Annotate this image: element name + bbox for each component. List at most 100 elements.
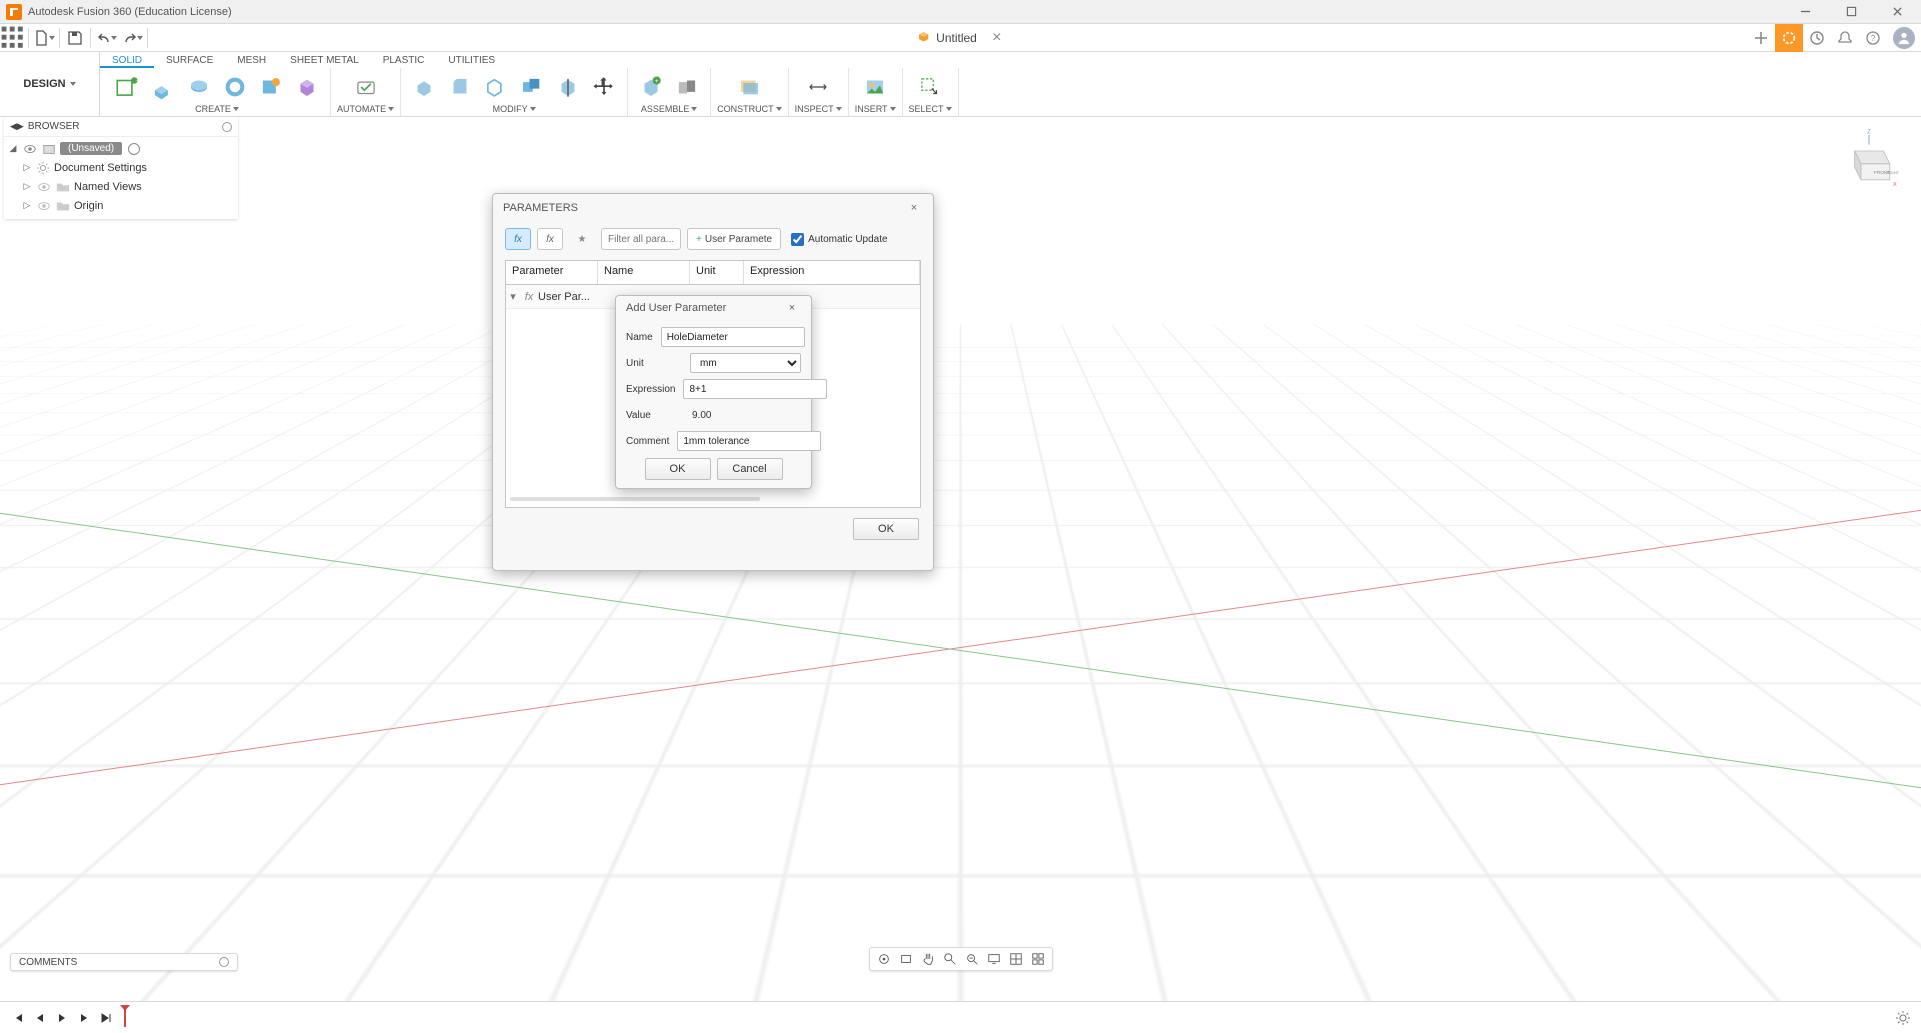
timeline-end-button[interactable] xyxy=(96,1008,116,1028)
workspace-switcher[interactable]: DESIGN xyxy=(0,52,100,116)
automate-button[interactable] xyxy=(349,70,383,104)
col-unit[interactable]: Unit xyxy=(690,261,744,284)
fillet-button[interactable] xyxy=(443,70,477,104)
filter-input[interactable] xyxy=(601,228,681,250)
document-close-button[interactable]: × xyxy=(987,28,1007,48)
add-user-parameter-button[interactable]: +User Paramete xyxy=(687,228,781,250)
revolve-button[interactable] xyxy=(182,70,216,104)
tree-origin[interactable]: ▷ Origin xyxy=(4,196,238,215)
tab-surface[interactable]: SURFACE xyxy=(154,52,225,68)
unit-select[interactable]: mm xyxy=(690,353,801,373)
user-avatar[interactable] xyxy=(1893,27,1915,49)
visibility-toggle[interactable] xyxy=(36,179,52,195)
data-panel-button[interactable] xyxy=(0,25,26,51)
new-component-button[interactable]: + xyxy=(634,70,668,104)
activate-radio[interactable] xyxy=(128,143,140,155)
zoom-button[interactable] xyxy=(940,950,960,968)
timeline-begin-button[interactable] xyxy=(8,1008,28,1028)
sketch-button[interactable]: + xyxy=(110,70,144,104)
timeline-marker[interactable] xyxy=(124,1009,126,1027)
ribbon-label-select[interactable]: SELECT xyxy=(909,104,952,116)
pan-button[interactable] xyxy=(918,950,938,968)
dialog-close-button[interactable]: × xyxy=(905,199,923,217)
tab-mesh[interactable]: MESH xyxy=(225,52,278,68)
box-button[interactable] xyxy=(290,70,324,104)
horizontal-scrollbar[interactable] xyxy=(506,497,920,507)
window-maximize-button[interactable] xyxy=(1837,2,1865,22)
loft-button[interactable] xyxy=(254,70,288,104)
inspect-button[interactable] xyxy=(801,70,835,104)
construct-button[interactable] xyxy=(732,70,766,104)
browser-collapse-icon[interactable]: ◀▶ xyxy=(10,121,24,132)
userparam-cancel-button[interactable]: Cancel xyxy=(717,458,783,480)
help-button[interactable]: ? xyxy=(1859,24,1887,52)
tab-utilities[interactable]: UTILITIES xyxy=(436,52,507,68)
ribbon-label-assemble[interactable]: ASSEMBLE xyxy=(641,104,698,116)
view-cube[interactable]: Z FRONT RIGHT X xyxy=(1837,127,1901,191)
expression-input[interactable] xyxy=(683,379,827,399)
file-menu-button[interactable] xyxy=(31,25,57,51)
tab-sheetmetal[interactable]: SHEET METAL xyxy=(278,52,371,68)
tab-plastic[interactable]: PLASTIC xyxy=(371,52,437,68)
dialog-close-button[interactable]: × xyxy=(783,299,801,317)
display-button[interactable] xyxy=(984,950,1004,968)
timeline-stepback-button[interactable] xyxy=(30,1008,50,1028)
timeline-play-button[interactable] xyxy=(52,1008,72,1028)
visibility-toggle[interactable] xyxy=(36,198,52,214)
tree-root[interactable]: ◢ (Unsaved) xyxy=(4,139,238,158)
redo-button[interactable] xyxy=(119,25,145,51)
viewport-button[interactable] xyxy=(1028,950,1048,968)
presspull-button[interactable] xyxy=(407,70,441,104)
filter-fx-all-button[interactable]: fx xyxy=(505,228,531,250)
ribbon-label-insert[interactable]: INSERT xyxy=(855,104,896,116)
lookat-button[interactable] xyxy=(896,950,916,968)
new-design-button[interactable] xyxy=(1747,24,1775,52)
extrude-button[interactable] xyxy=(146,70,180,104)
tree-docsettings[interactable]: ▷ Document Settings xyxy=(4,158,238,177)
orbit-button[interactable] xyxy=(874,950,894,968)
joint-button[interactable] xyxy=(670,70,704,104)
grid-button[interactable] xyxy=(1006,950,1026,968)
visibility-toggle[interactable] xyxy=(22,141,38,157)
fit-button[interactable] xyxy=(962,950,982,968)
select-button[interactable] xyxy=(913,70,947,104)
insert-button[interactable] xyxy=(858,70,892,104)
sweep-button[interactable] xyxy=(218,70,252,104)
save-button[interactable] xyxy=(62,25,88,51)
combine-button[interactable] xyxy=(515,70,549,104)
tab-solid[interactable]: SOLID xyxy=(100,52,154,68)
col-expression[interactable]: Expression xyxy=(744,261,920,284)
ribbon-label-modify[interactable]: MODIFY xyxy=(493,104,536,116)
filter-fx-user-button[interactable]: fx xyxy=(537,228,563,250)
automatic-update-checkbox[interactable]: Automatic Update xyxy=(791,233,888,246)
ribbon-label-automate[interactable]: AUTOMATE xyxy=(337,104,394,116)
ribbon-label-create[interactable]: CREATE xyxy=(195,104,239,116)
notifications-button[interactable] xyxy=(1831,24,1859,52)
name-input[interactable] xyxy=(661,327,805,347)
window-close-button[interactable] xyxy=(1883,2,1911,22)
timeline-settings-button[interactable] xyxy=(1893,1008,1913,1028)
col-name[interactable]: Name xyxy=(598,261,690,284)
comment-input[interactable] xyxy=(677,431,821,451)
ribbon-label-construct[interactable]: CONSTRUCT xyxy=(717,104,782,116)
userparam-ok-button[interactable]: OK xyxy=(645,458,711,480)
canvas[interactable]: Z FRONT RIGHT X ◀▶ BROWSER ◢ (Unsaved) xyxy=(0,117,1921,1001)
split-button[interactable] xyxy=(551,70,585,104)
comments-options-icon[interactable] xyxy=(219,957,229,967)
shell-button[interactable] xyxy=(479,70,513,104)
tree-namedviews[interactable]: ▷ Named Views xyxy=(4,177,238,196)
job-status-button[interactable] xyxy=(1803,24,1831,52)
move-button[interactable] xyxy=(587,70,621,104)
col-parameter[interactable]: Parameter xyxy=(506,261,598,284)
comments-bar[interactable]: COMMENTS xyxy=(10,953,238,971)
extensions-button[interactable] xyxy=(1775,24,1803,52)
window-minimize-button[interactable] xyxy=(1791,2,1819,22)
document-tab[interactable]: Untitled xyxy=(906,24,987,51)
parameters-ok-button[interactable]: OK xyxy=(853,518,919,540)
undo-button[interactable] xyxy=(93,25,119,51)
timeline-stepfwd-button[interactable] xyxy=(74,1008,94,1028)
browser-panel: ◀▶ BROWSER ◢ (Unsaved) ▷ Document Settin… xyxy=(4,117,238,219)
ribbon-label-inspect[interactable]: INSPECT xyxy=(795,104,842,116)
browser-options-button[interactable] xyxy=(222,122,232,132)
filter-favorite-button[interactable]: ★ xyxy=(569,228,595,250)
